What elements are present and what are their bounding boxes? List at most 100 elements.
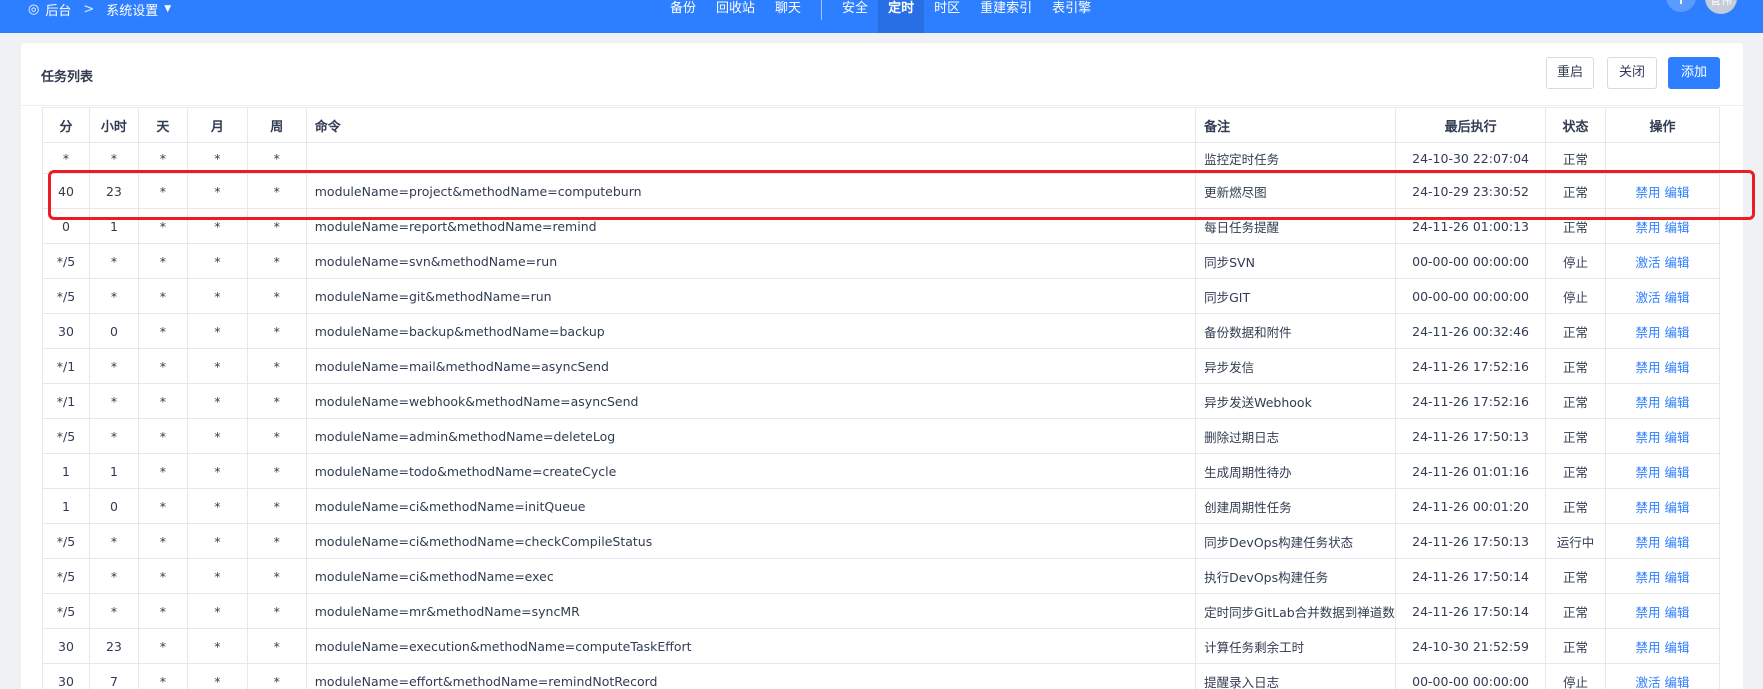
toggle-link[interactable]: 禁用	[1635, 465, 1660, 480]
avatar[interactable]: 管伟	[1705, 0, 1737, 14]
cell-hour: 23	[88, 173, 139, 209]
cell-month: *	[186, 523, 248, 559]
toggle-link[interactable]: 禁用	[1635, 640, 1660, 655]
table-row: 1 0 * * * moduleName=ci&methodName=initQueue 创…	[42, 488, 1720, 524]
toggle-link[interactable]: 禁用	[1635, 395, 1660, 410]
edit-link[interactable]: 编辑	[1665, 290, 1690, 305]
toggle-link[interactable]: 激活	[1635, 255, 1660, 270]
edit-link[interactable]: 编辑	[1665, 640, 1690, 655]
cell-last: 24-11-26 01:00:13	[1395, 208, 1547, 244]
edit-link[interactable]: 编辑	[1665, 360, 1690, 375]
cell-month: *	[186, 173, 248, 209]
nav-backup[interactable]: 备份	[660, 0, 706, 33]
toggle-link[interactable]: 禁用	[1635, 325, 1660, 340]
cell-hour: 0	[88, 488, 139, 524]
cell-last: 00-00-00 00:00:00	[1395, 278, 1547, 314]
cell-note: 监控定时任务	[1195, 142, 1397, 174]
task-list-panel: 任务列表 重启 关闭 添加 分 小时 天 月 周 命令 备注 最后执行 状态 操…	[21, 43, 1743, 689]
cell-month: *	[186, 383, 248, 419]
back-link[interactable]: 后台	[45, 0, 71, 19]
cell-day: *	[137, 558, 188, 594]
cell-month: *	[186, 208, 248, 244]
cell-hour: 23	[88, 628, 139, 664]
add-button[interactable]: 添加	[1668, 57, 1720, 89]
cell-actions	[1605, 142, 1720, 174]
cell-min: */1	[42, 348, 90, 384]
edit-link[interactable]: 编辑	[1665, 570, 1690, 585]
cell-month: *	[186, 628, 248, 664]
toggle-link[interactable]: 禁用	[1635, 500, 1660, 515]
toggle-link[interactable]: 激活	[1635, 675, 1660, 689]
cell-day: *	[137, 383, 188, 419]
cell-month: *	[186, 593, 248, 629]
cell-month: *	[186, 558, 248, 594]
cell-cmd: moduleName=effort&methodName=remindNotRe…	[305, 663, 1197, 689]
cell-day: *	[137, 453, 188, 489]
edit-link[interactable]: 编辑	[1665, 220, 1690, 235]
edit-link[interactable]: 编辑	[1665, 675, 1690, 689]
settings-circle-icon: ◎	[28, 1, 40, 17]
cell-month: *	[186, 278, 248, 314]
edit-link[interactable]: 编辑	[1665, 605, 1690, 620]
edit-link[interactable]: 编辑	[1665, 325, 1690, 340]
toggle-link[interactable]: 禁用	[1635, 605, 1660, 620]
cell-note: 每日任务提醒	[1195, 208, 1397, 244]
toggle-link[interactable]: 禁用	[1635, 430, 1660, 445]
cell-cmd: moduleName=webhook&methodName=asyncSend	[305, 383, 1197, 419]
edit-link[interactable]: 编辑	[1665, 255, 1690, 270]
nav-security[interactable]: 安全	[832, 0, 878, 33]
caret-down-icon[interactable]: ▼	[164, 4, 171, 14]
table-row: */5 * * * * moduleName=git&methodName=run 同步GI…	[42, 278, 1720, 314]
close-button[interactable]: 关闭	[1607, 57, 1657, 89]
cell-note: 执行DevOps构建任务	[1195, 558, 1397, 594]
cell-week: *	[246, 243, 307, 279]
col-minute: 分	[42, 107, 90, 143]
table-row: 40 23 * * * moduleName=project&methodName=com…	[42, 173, 1720, 209]
cell-week: *	[246, 453, 307, 489]
cell-cmd: moduleName=mail&methodName=asyncSend	[305, 348, 1197, 384]
cell-status: 停止	[1545, 278, 1607, 314]
table-row: */1 * * * * moduleName=mail&methodName=asyncS…	[42, 348, 1720, 384]
cell-note: 提醒录入日志	[1195, 663, 1397, 689]
nav-chat[interactable]: 聊天	[765, 0, 811, 33]
nav-trash[interactable]: 回收站	[706, 0, 765, 33]
toggle-link[interactable]: 禁用	[1635, 570, 1660, 585]
cell-min: */5	[42, 558, 90, 594]
edit-link[interactable]: 编辑	[1665, 395, 1690, 410]
cell-week: *	[246, 383, 307, 419]
toggle-link[interactable]: 禁用	[1635, 185, 1660, 200]
col-note: 备注	[1195, 107, 1397, 143]
section-dropdown[interactable]: 系统设置	[106, 0, 158, 19]
cell-min: */1	[42, 383, 90, 419]
nav-rebuild-index[interactable]: 重建索引	[970, 0, 1042, 33]
edit-link[interactable]: 编辑	[1665, 430, 1690, 445]
table-row: 0 1 * * * moduleName=report&methodName=remind…	[42, 208, 1720, 244]
nav-cron[interactable]: 定时	[878, 0, 925, 33]
cell-actions: 激活 编辑	[1605, 243, 1720, 279]
toggle-link[interactable]: 禁用	[1635, 535, 1660, 550]
cell-hour: *	[88, 142, 139, 174]
toggle-link[interactable]: 激活	[1635, 290, 1660, 305]
toggle-link[interactable]: 禁用	[1635, 220, 1660, 235]
cell-week: *	[246, 313, 307, 349]
cell-day: *	[137, 142, 188, 174]
cell-month: *	[186, 418, 248, 454]
edit-link[interactable]: 编辑	[1665, 465, 1690, 480]
toggle-link[interactable]: 禁用	[1635, 360, 1660, 375]
restart-button[interactable]: 重启	[1546, 57, 1594, 89]
nav-timezone[interactable]: 时区	[924, 0, 970, 33]
cell-actions: 禁用 编辑	[1605, 348, 1720, 384]
nav-table-engine[interactable]: 表引擎	[1042, 0, 1101, 33]
cell-hour: *	[88, 278, 139, 314]
cell-min: 0	[42, 208, 90, 244]
cell-cmd: moduleName=ci&methodName=exec	[305, 558, 1197, 594]
cell-last: 24-11-26 17:50:13	[1395, 418, 1547, 454]
edit-link[interactable]: 编辑	[1665, 535, 1690, 550]
cell-day: *	[137, 593, 188, 629]
plus-icon[interactable]: +	[1666, 0, 1696, 12]
cell-last: 24-11-26 17:52:16	[1395, 348, 1547, 384]
edit-link[interactable]: 编辑	[1665, 185, 1690, 200]
cell-actions: 激活 编辑	[1605, 278, 1720, 314]
cell-note: 同步GIT	[1195, 278, 1397, 314]
edit-link[interactable]: 编辑	[1665, 500, 1690, 515]
